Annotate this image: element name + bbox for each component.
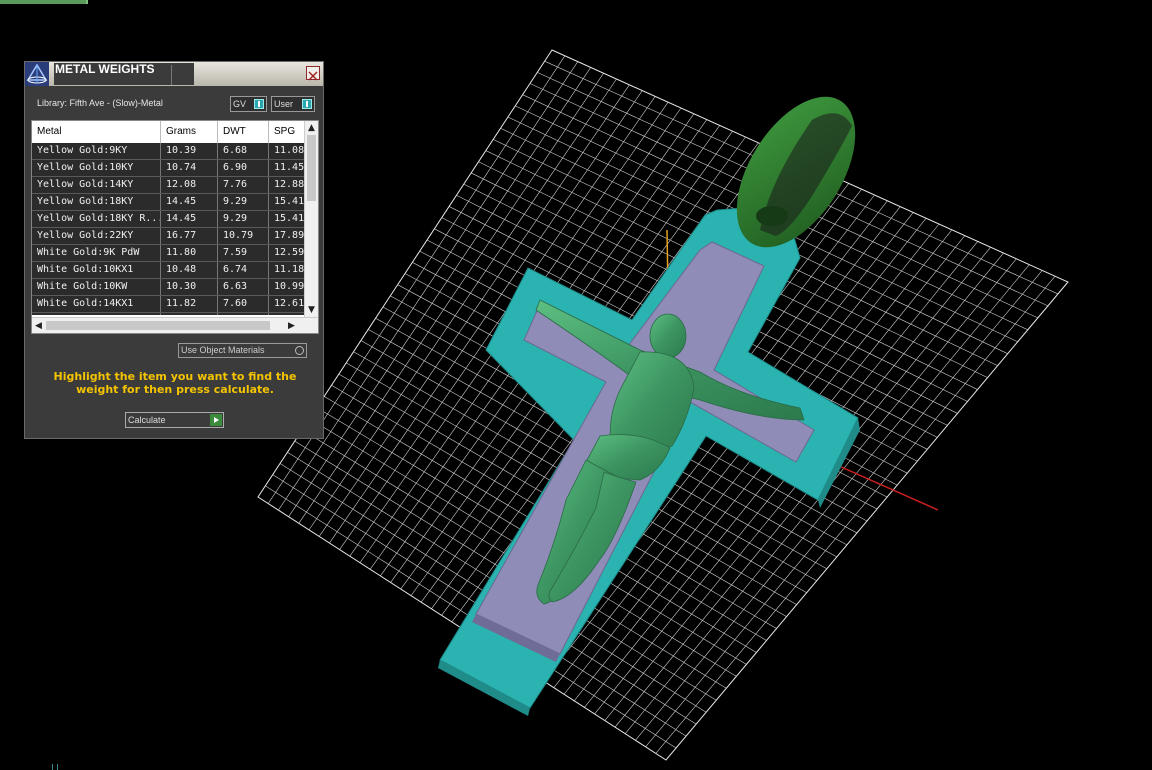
cell-metal: White Gold:14K PdW bbox=[32, 313, 161, 315]
cell-spg: 14.37 bbox=[269, 313, 304, 315]
cell-dwt: 6.74 bbox=[218, 262, 269, 278]
cell-metal: Yellow Gold:18KY R... bbox=[32, 211, 161, 227]
cell-metal: White Gold:14KX1 bbox=[32, 296, 161, 312]
table-row[interactable]: White Gold:14KX1 11.82 7.60 12.61 bbox=[32, 296, 304, 313]
table-row[interactable]: Yellow Gold:18KY 14.45 9.29 15.41 bbox=[32, 194, 304, 211]
cell-spg: 12.61 bbox=[269, 296, 304, 312]
user-toggle-label: User bbox=[274, 99, 294, 109]
cell-grams: 12.08 bbox=[161, 177, 218, 193]
cell-grams: 14.45 bbox=[161, 211, 218, 227]
cell-grams: 10.30 bbox=[161, 279, 218, 295]
cell-metal: Yellow Gold:10KY bbox=[32, 160, 161, 176]
instruction-text: Highlight the item you want to find the … bbox=[53, 370, 297, 396]
toggle-switch-icon bbox=[302, 99, 312, 109]
cell-grams: 10.39 bbox=[161, 143, 218, 159]
scroll-down-icon[interactable]: ▼ bbox=[308, 305, 315, 315]
scroll-up-icon[interactable]: ▲ bbox=[308, 123, 315, 133]
table-row[interactable]: White Gold:10KW 10.30 6.63 10.99 bbox=[32, 279, 304, 296]
cell-dwt: 8.66 bbox=[218, 313, 269, 315]
close-icon bbox=[308, 71, 318, 81]
cell-grams: 11.82 bbox=[161, 296, 218, 312]
column-header-spg[interactable]: SPG bbox=[269, 121, 309, 143]
radio-icon bbox=[295, 346, 304, 355]
cell-dwt: 7.76 bbox=[218, 177, 269, 193]
table-row[interactable]: Yellow Gold:22KY 16.77 10.79 17.89 bbox=[32, 228, 304, 245]
scroll-left-icon[interactable]: ◀ bbox=[35, 321, 42, 331]
calculate-button[interactable]: Calculate bbox=[125, 412, 224, 428]
table-row[interactable]: Yellow Gold:14KY 12.08 7.76 12.88 bbox=[32, 177, 304, 194]
vertical-scrollbar[interactable]: ▲ ▼ bbox=[304, 121, 318, 317]
horizontal-scrollbar[interactable]: ◀ ▶ bbox=[32, 317, 318, 333]
cell-dwt: 10.79 bbox=[218, 228, 269, 244]
table-row[interactable]: Yellow Gold:9KY 10.39 6.68 11.08 bbox=[32, 143, 304, 160]
cell-spg: 10.99 bbox=[269, 279, 304, 295]
close-button[interactable] bbox=[306, 66, 320, 81]
table-row[interactable]: White Gold:9K PdW 11.80 7.59 12.59 bbox=[32, 245, 304, 262]
column-header-metal[interactable]: Metal bbox=[32, 121, 161, 143]
cell-spg: 12.59 bbox=[269, 245, 304, 261]
cell-spg: 15.41 bbox=[269, 211, 304, 227]
scroll-right-icon[interactable]: ▶ bbox=[288, 321, 295, 331]
app-logo-icon bbox=[25, 62, 49, 86]
cell-metal: White Gold:10KX1 bbox=[32, 262, 161, 278]
cell-dwt: 9.29 bbox=[218, 211, 269, 227]
table-body: Yellow Gold:9KY 10.39 6.68 11.08 Yellow Gold… bbox=[32, 143, 304, 315]
cell-dwt: 9.29 bbox=[218, 194, 269, 210]
scroll-thumb[interactable] bbox=[307, 135, 316, 201]
library-label: Library: Fifth Ave - (Slow)-Metal bbox=[37, 98, 163, 108]
cell-metal: Yellow Gold:14KY bbox=[32, 177, 161, 193]
table-row[interactable]: Yellow Gold:18KY R... 14.45 9.29 15.41 bbox=[32, 211, 304, 228]
cell-spg: 11.18 bbox=[269, 262, 304, 278]
table-row[interactable]: Yellow Gold:10KY 10.74 6.90 11.45 bbox=[32, 160, 304, 177]
top-toolbar-tab[interactable] bbox=[0, 0, 88, 4]
corner-marker bbox=[52, 764, 58, 770]
cell-spg: 12.88 bbox=[269, 177, 304, 193]
column-header-dwt[interactable]: DWT bbox=[218, 121, 269, 143]
play-icon bbox=[210, 414, 222, 426]
cell-grams: 13.47 bbox=[161, 313, 218, 315]
column-header-grams[interactable]: Grams bbox=[161, 121, 218, 143]
cell-spg: 17.89 bbox=[269, 228, 304, 244]
use-object-materials-label: Use Object Materials bbox=[181, 345, 265, 355]
cell-metal: Yellow Gold:22KY bbox=[32, 228, 161, 244]
cell-grams: 16.77 bbox=[161, 228, 218, 244]
use-object-materials-toggle[interactable]: Use Object Materials bbox=[178, 343, 307, 358]
cell-grams: 14.45 bbox=[161, 194, 218, 210]
cell-grams: 11.80 bbox=[161, 245, 218, 261]
cell-metal: Yellow Gold:9KY bbox=[32, 143, 161, 159]
table-row[interactable]: White Gold:14K PdW13.478.6614.37 bbox=[32, 313, 304, 315]
gv-toggle[interactable]: GV bbox=[230, 96, 267, 112]
cell-spg: 11.08 bbox=[269, 143, 304, 159]
cell-dwt: 7.59 bbox=[218, 245, 269, 261]
cell-metal: White Gold:10KW bbox=[32, 279, 161, 295]
scroll-thumb[interactable] bbox=[46, 321, 270, 330]
table-header: Metal Grams DWT SPG bbox=[32, 121, 309, 144]
calculate-label: Calculate bbox=[128, 415, 166, 425]
metal-weights-panel: METAL WEIGHTS Library: Fifth Ave - (Slow… bbox=[24, 61, 324, 439]
cell-dwt: 6.90 bbox=[218, 160, 269, 176]
panel-titlebar[interactable]: METAL WEIGHTS bbox=[25, 62, 323, 86]
cell-grams: 10.48 bbox=[161, 262, 218, 278]
gv-toggle-label: GV bbox=[233, 99, 247, 109]
metal-table[interactable]: Metal Grams DWT SPG Yellow Gold:9KY 10.39… bbox=[31, 120, 319, 334]
cell-spg: 15.41 bbox=[269, 194, 304, 210]
cell-grams: 10.74 bbox=[161, 160, 218, 176]
title-separator bbox=[171, 65, 172, 85]
user-toggle[interactable]: User bbox=[271, 96, 315, 112]
cell-dwt: 6.63 bbox=[218, 279, 269, 295]
cell-dwt: 6.68 bbox=[218, 143, 269, 159]
panel-title: METAL WEIGHTS bbox=[54, 63, 194, 85]
cell-spg: 11.45 bbox=[269, 160, 304, 176]
cell-dwt: 7.60 bbox=[218, 296, 269, 312]
table-row[interactable]: White Gold:10KX1 10.48 6.74 11.18 bbox=[32, 262, 304, 279]
toggle-switch-icon bbox=[254, 99, 264, 109]
cell-metal: White Gold:9K PdW bbox=[32, 245, 161, 261]
cell-metal: Yellow Gold:18KY bbox=[32, 194, 161, 210]
